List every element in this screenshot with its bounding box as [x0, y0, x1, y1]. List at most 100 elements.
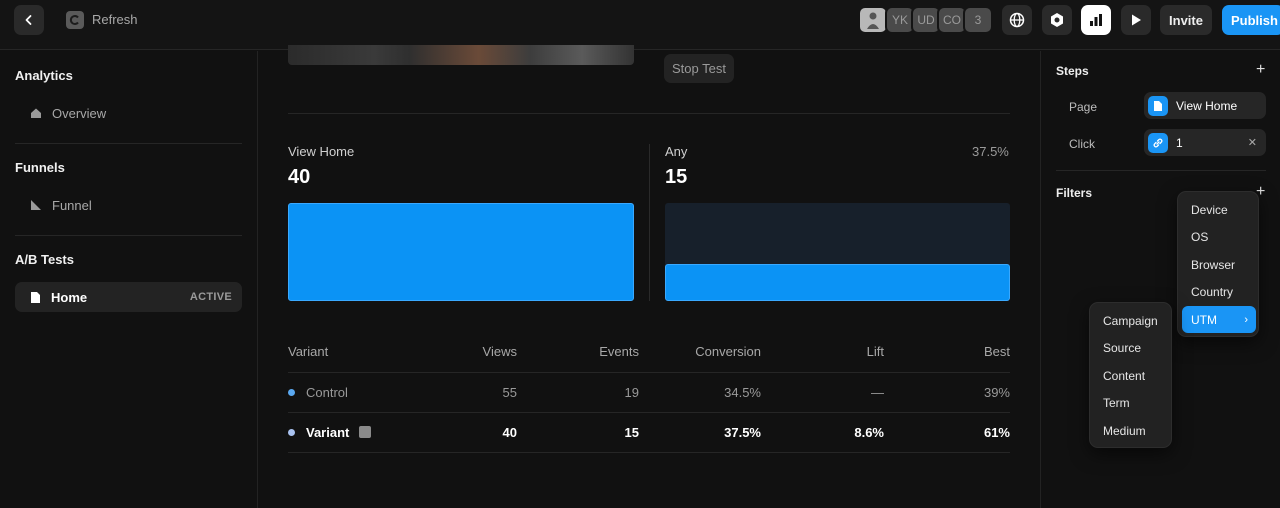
variant-name: Variant [306, 424, 350, 440]
remove-step-close-icon[interactable]: ✕ [1248, 136, 1257, 149]
step-card-value: 40 [288, 166, 311, 188]
events-cell: 15 [517, 412, 639, 453]
views-cell: 40 [458, 412, 517, 453]
stop-test-button[interactable]: Stop Test [664, 54, 734, 83]
invite-button[interactable]: Invite [1160, 5, 1212, 35]
menu-item-content[interactable]: Content [1094, 362, 1167, 389]
conversion-cell: 37.5% [639, 412, 761, 453]
status-badge: ACTIVE [189, 291, 232, 303]
events-cell: 19 [517, 372, 639, 413]
globe-icon [1009, 12, 1025, 28]
column-header: Best [884, 332, 1010, 373]
step-value: 1 [1176, 135, 1183, 150]
menu-item-label: UTM [1191, 312, 1217, 327]
link-icon [1148, 132, 1168, 153]
column-header: Lift [761, 332, 884, 373]
best-cell: 39% [884, 372, 1010, 413]
step-card-label: View Home [288, 144, 355, 159]
add-step-plus-icon[interactable]: + [1256, 62, 1265, 78]
menu-item-utm[interactable]: UTM › [1182, 306, 1256, 333]
lift-cell: — [761, 372, 884, 413]
bar-chart-icon [1090, 14, 1102, 26]
step-key: Page [1069, 100, 1098, 114]
step-card-label: Any [665, 144, 688, 159]
step-conversion-percent: 37.5% [972, 144, 1009, 159]
top-bar: Refresh YK UD CO 3 Invite Publish [0, 0, 1280, 50]
section-title-ab-tests: A/B Tests [15, 252, 74, 267]
main-content: Stop Test View Home 40 Any 15 37.5% Vari… [258, 45, 1040, 508]
open-external-icon[interactable] [359, 426, 372, 439]
page-icon [1148, 95, 1168, 116]
menu-item-country[interactable]: Country [1182, 278, 1254, 305]
publish-button[interactable]: Publish [1222, 5, 1280, 35]
left-sidebar: Analytics Overview Funnels Funnel A/B Te… [0, 51, 258, 508]
main-divider [288, 113, 1010, 114]
steps-title: Steps [1056, 64, 1089, 78]
variant-cell: Control [288, 372, 458, 413]
sidebar-item-label: Overview [52, 105, 107, 121]
sidebar-divider [15, 143, 242, 144]
sidebar-item-overview[interactable]: Overview [15, 98, 242, 128]
menu-item-device[interactable]: Device [1182, 196, 1254, 223]
variant-name: Control [306, 384, 348, 400]
menu-item-term[interactable]: Term [1094, 389, 1167, 416]
sidebar-item-label: Home [51, 289, 88, 305]
back-button[interactable] [14, 5, 44, 35]
chevron-right-icon: › [1244, 313, 1248, 326]
table-header-row: Variant Views Events Conversion Lift Bes… [288, 332, 1010, 373]
views-cell: 55 [458, 372, 517, 413]
sidebar-divider [15, 235, 242, 236]
preview-button[interactable] [1121, 5, 1151, 35]
sidebar-item-label: Funnel [52, 197, 92, 213]
variant-table: Variant Views Events Conversion Lift Bes… [288, 332, 1010, 453]
page-icon [31, 291, 40, 303]
app-title: Refresh [92, 12, 138, 27]
step-bar-fill [288, 203, 634, 301]
table-row[interactable]: Variant 40 15 37.5% 8.6% 61% [288, 412, 1010, 453]
sidebar-item-home[interactable]: Home ACTIVE [15, 282, 242, 312]
card-separator [649, 144, 650, 301]
section-title-funnels: Funnels [15, 160, 65, 175]
column-header: Events [517, 332, 639, 373]
chevron-left-icon [25, 15, 32, 25]
menu-item-os[interactable]: OS [1182, 223, 1254, 250]
analytics-button[interactable] [1081, 5, 1111, 35]
menu-item-source[interactable]: Source [1094, 334, 1167, 361]
step-value-field[interactable]: 1 ✕ [1144, 129, 1266, 156]
page-preview-image [288, 45, 634, 65]
step-card-value: 15 [665, 166, 688, 188]
utm-submenu: Campaign Source Content Term Medium [1089, 302, 1172, 448]
user-photo-icon [867, 12, 879, 29]
app-logo-icon [66, 11, 84, 29]
avatar[interactable] [858, 6, 888, 34]
filter-menu: Device OS Browser Country UTM › [1177, 191, 1259, 337]
filters-title: Filters [1056, 186, 1093, 200]
more-collaborators-count[interactable]: 3 [963, 6, 993, 34]
step-bar-fill [665, 264, 1010, 301]
step-key: Click [1069, 137, 1095, 151]
play-icon [1132, 14, 1141, 26]
column-header: Views [458, 332, 517, 373]
sidebar-item-funnel[interactable]: Funnel [15, 190, 242, 220]
series-dot-icon [288, 428, 295, 436]
settings-button[interactable] [1042, 5, 1072, 35]
conversion-cell: 34.5% [639, 372, 761, 413]
table-row[interactable]: Control 55 19 34.5% — 39% [288, 372, 1010, 413]
gear-icon [1051, 13, 1063, 27]
column-header: Variant [288, 332, 458, 373]
step-value-field[interactable]: View Home [1144, 92, 1266, 119]
funnel-icon [31, 200, 41, 210]
menu-item-campaign[interactable]: Campaign [1094, 307, 1167, 334]
best-cell: 61% [884, 412, 1010, 453]
column-header: Conversion [639, 332, 761, 373]
series-dot-icon [288, 388, 295, 396]
panel-divider [1056, 170, 1266, 171]
home-icon [31, 108, 41, 118]
globe-button[interactable] [1002, 5, 1032, 35]
section-title-analytics: Analytics [15, 68, 73, 83]
lift-cell: 8.6% [761, 412, 884, 453]
variant-cell: Variant [288, 412, 458, 453]
menu-item-browser[interactable]: Browser [1182, 251, 1254, 278]
menu-item-medium[interactable]: Medium [1094, 417, 1167, 444]
step-value: View Home [1176, 98, 1238, 113]
